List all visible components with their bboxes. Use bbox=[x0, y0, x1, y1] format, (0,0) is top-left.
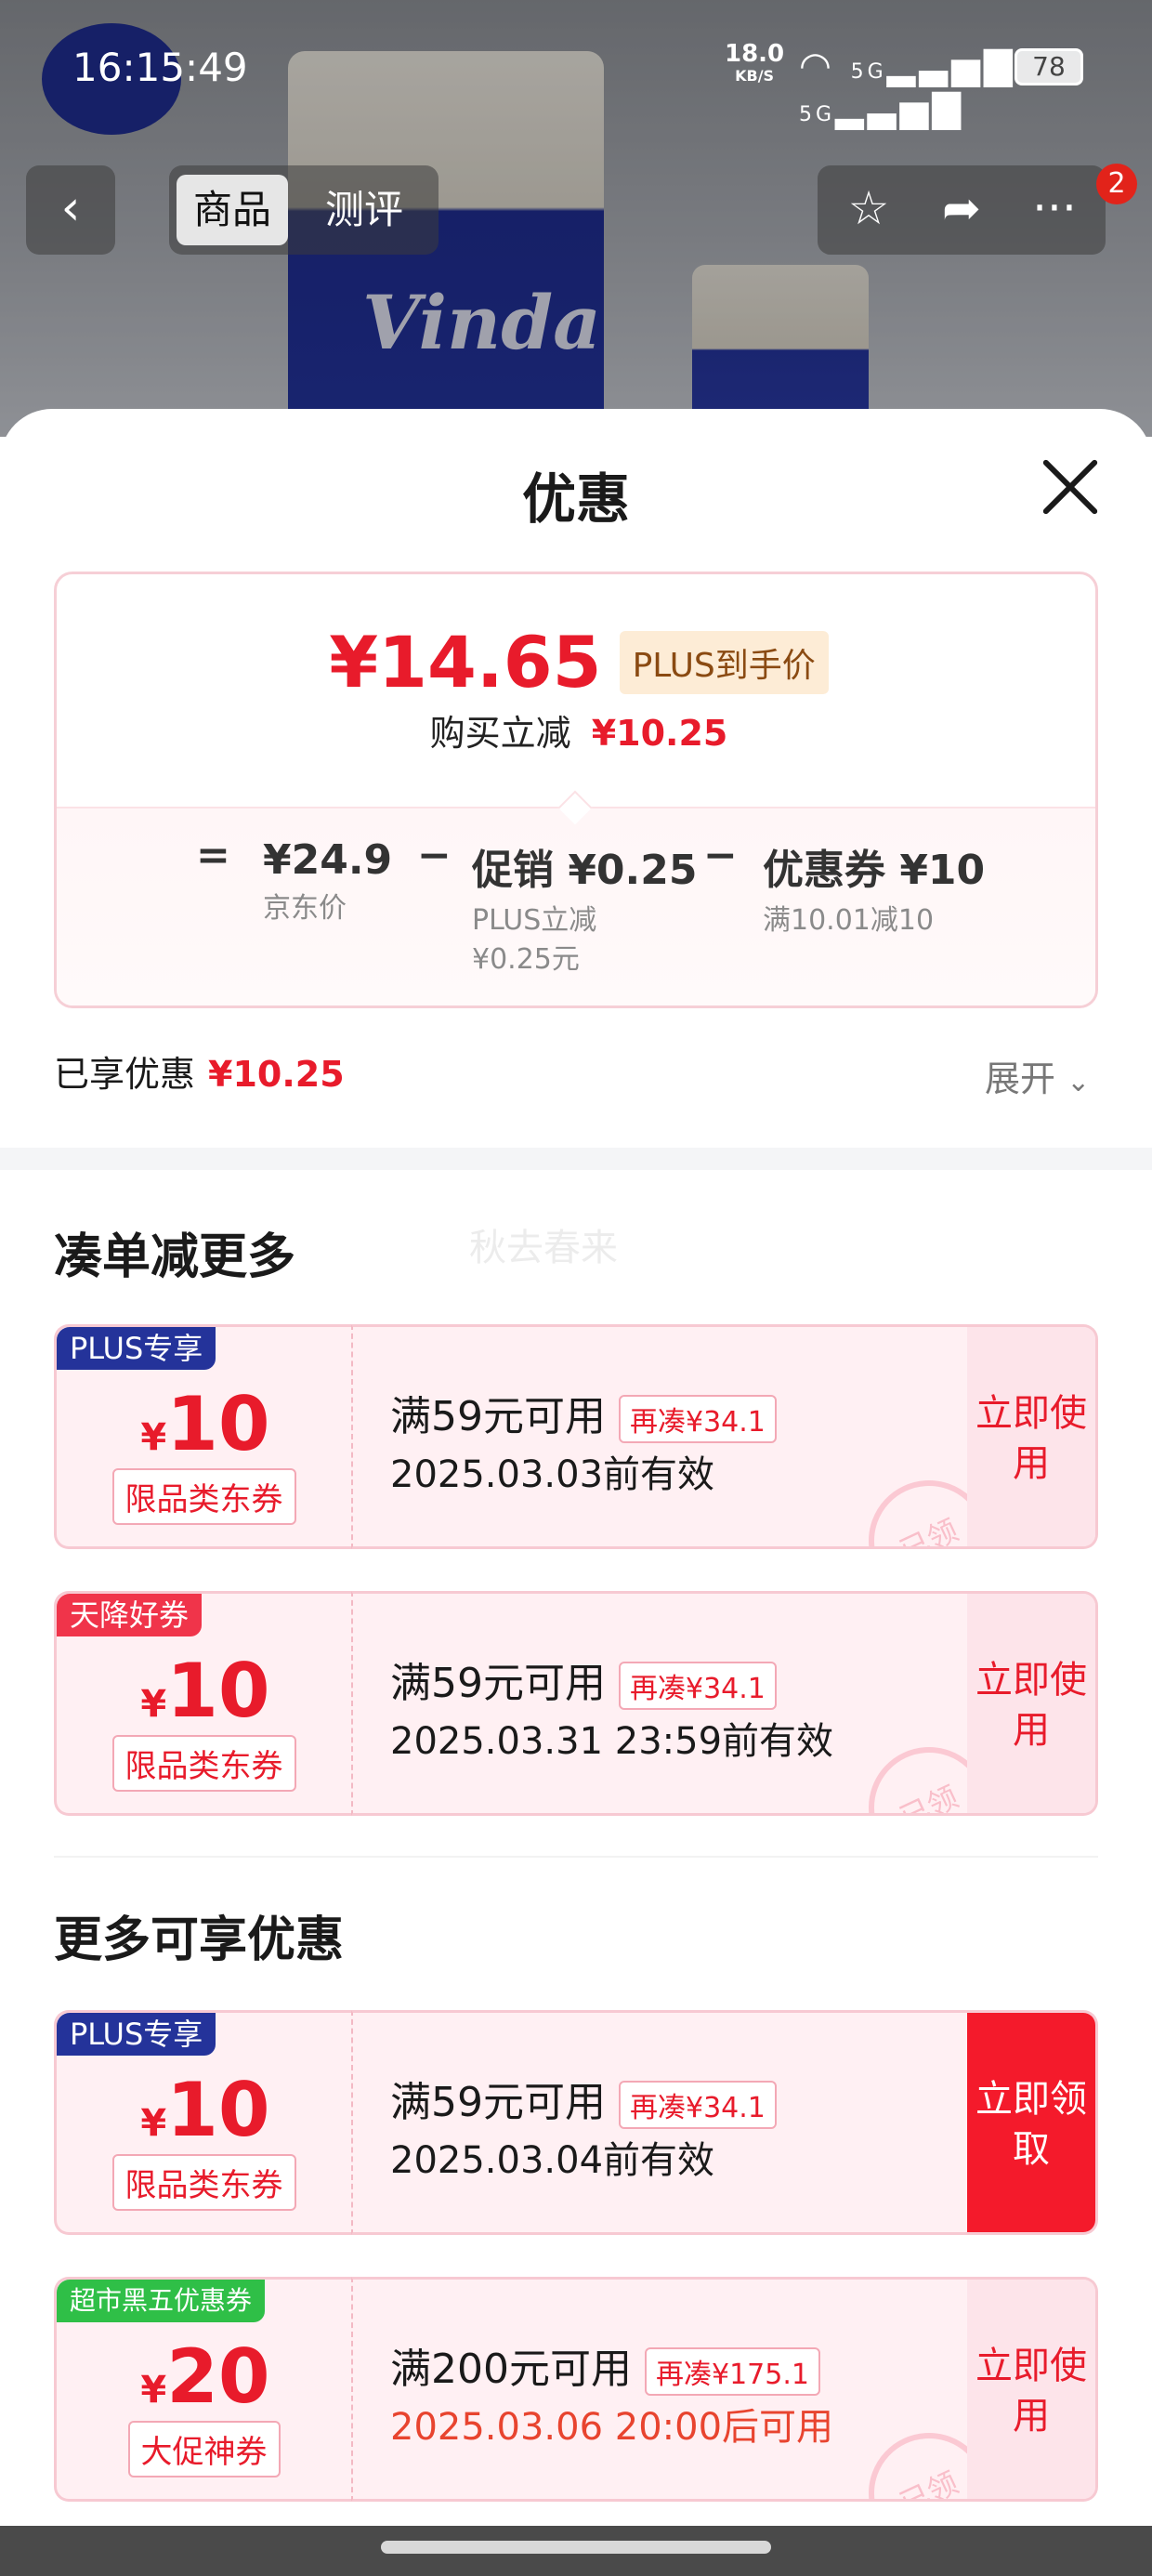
saving-value: ¥10.25 bbox=[591, 713, 728, 754]
status-bar: 16:15:49 18.0 KB/S ◠ 5G▂▃▅▇ 5G▂▃▅▇ 78 bbox=[0, 37, 1152, 130]
wifi-icon: ◠ bbox=[799, 45, 835, 87]
watermark-text: 秋去春来 bbox=[469, 1227, 618, 1269]
coupon-add-more[interactable]: 再凑¥34.1 bbox=[619, 1395, 777, 1443]
coupon-condition: 满59元可用 再凑¥34.1 bbox=[390, 1649, 777, 1710]
coupon-add-more[interactable]: 再凑¥34.1 bbox=[619, 2081, 777, 2129]
coupon-condition: 满59元可用 再凑¥34.1 bbox=[390, 1383, 777, 1443]
section-divider-thin bbox=[54, 1856, 1098, 1858]
breakdown-operator: = bbox=[196, 832, 230, 879]
coupon-amount: ¥20 bbox=[140, 2333, 270, 2420]
share-icon[interactable]: ➦ bbox=[915, 165, 1008, 255]
section-divider bbox=[0, 1148, 1152, 1170]
plus-price-tag: PLUS到手价 bbox=[619, 630, 829, 694]
saving-row: 购买立减 ¥10.25 bbox=[57, 704, 1095, 756]
coupon-add-more[interactable]: 再凑¥34.1 bbox=[619, 1662, 777, 1710]
star-icon[interactable]: ☆ bbox=[822, 165, 915, 255]
section-title-more-offers: 更多可享优惠 bbox=[54, 1912, 345, 1968]
coupon-condition: 满200元可用 再凑¥175.1 bbox=[390, 2335, 820, 2396]
expand-button[interactable]: 展开 ⌄ bbox=[985, 1050, 1090, 1101]
coupon-validity: 2025.03.06 20:00后可用 bbox=[390, 2406, 834, 2449]
final-price: ¥14.65 bbox=[329, 621, 602, 703]
claim-now-button[interactable]: 立即领取 bbox=[967, 2013, 1095, 2232]
coupon-add-more[interactable]: 再凑¥175.1 bbox=[644, 2347, 820, 2396]
tab-review[interactable]: 测评 bbox=[308, 175, 420, 245]
coupon-card: 天降好券 ¥10 限品类东券 满59元可用 再凑¥34.1 2025.03.31 … bbox=[54, 1591, 1098, 1816]
section-title-add-more: 凑单减更多 bbox=[54, 1229, 296, 1285]
coupon-value-panel: 超市黑五优惠券 ¥20 大促神券 bbox=[54, 2277, 351, 2502]
battery-indicator: 78 bbox=[1015, 48, 1083, 85]
breakdown-operator: − bbox=[417, 832, 452, 879]
home-indicator[interactable] bbox=[381, 2541, 771, 2554]
price-summary-card: ¥14.65 PLUS到手价 购买立减 ¥10.25 = ¥24.9 京东价 −… bbox=[54, 572, 1098, 1008]
notification-badge: 2 bbox=[1096, 164, 1137, 204]
coupon-validity: 2025.03.31 23:59前有效 bbox=[390, 1720, 834, 1763]
coupon-type: 大促神券 bbox=[127, 2421, 281, 2477]
net-speed: 18.0 KB/S bbox=[725, 40, 785, 85]
breakdown-item-coupon: 优惠券 ¥10 满10.01减10 bbox=[763, 847, 986, 937]
tab-product[interactable]: 商品 bbox=[177, 175, 289, 245]
sheet-title: 优惠 bbox=[521, 467, 630, 531]
breakdown-item-promo: 促销 ¥0.25 PLUS立减 ¥0.25元 bbox=[472, 847, 698, 976]
price-breakdown: = ¥24.9 京东价 − 促销 ¥0.25 PLUS立减 ¥0.25元 − 优… bbox=[57, 807, 1095, 1005]
coupon-tag: 天降好券 bbox=[57, 1594, 203, 1636]
coupon-condition: 满59元可用 再凑¥34.1 bbox=[390, 2069, 777, 2129]
use-now-button[interactable]: 立即使用 bbox=[967, 2280, 1095, 2499]
chevron-down-icon: ⌄ bbox=[1067, 1066, 1091, 1098]
status-time: 16:15:49 bbox=[72, 45, 248, 90]
top-tabs: 商品 测评 bbox=[169, 165, 439, 255]
coupon-amount: ¥10 bbox=[140, 1381, 270, 1467]
cell-signal-icon: 5G▂▃▅▇ bbox=[850, 45, 1016, 87]
coupon-value-panel: PLUS专享 ¥10 限品类东券 bbox=[54, 1324, 351, 1549]
coupon-card: PLUS专享 ¥10 限品类东券 满59元可用 再凑¥34.1 2025.03.0… bbox=[54, 2010, 1098, 2235]
top-actions: ☆ ➦ ··· bbox=[818, 165, 1106, 255]
coupon-detail-panel: 满200元可用 再凑¥175.1 2025.03.06 20:00后可用 已领 立… bbox=[351, 2277, 1098, 2502]
use-now-button[interactable]: 立即使用 bbox=[967, 1594, 1095, 1813]
coupon-validity: 2025.03.03前有效 bbox=[390, 1453, 715, 1496]
coupon-amount: ¥10 bbox=[140, 2067, 270, 2153]
coupon-detail-panel: 满59元可用 再凑¥34.1 2025.03.04前有效 立即领取 bbox=[351, 2010, 1098, 2235]
coupon-validity: 2025.03.04前有效 bbox=[390, 2139, 715, 2182]
coupon-value-panel: 天降好券 ¥10 限品类东券 bbox=[54, 1591, 351, 1816]
coupon-card: PLUS专享 ¥10 限品类东券 满59元可用 再凑¥34.1 2025.03.0… bbox=[54, 1324, 1098, 1549]
close-icon[interactable] bbox=[1039, 455, 1102, 519]
coupon-tag: 超市黑五优惠券 bbox=[57, 2280, 266, 2322]
breakdown-item-jd-price: ¥24.9 京东价 bbox=[263, 836, 393, 925]
signal-icons: ◠ 5G▂▃▅▇ 5G▂▃▅▇ bbox=[799, 45, 1152, 130]
chevron-left-icon: ‹ bbox=[60, 180, 81, 236]
back-button[interactable]: ‹ bbox=[26, 165, 115, 255]
coupon-tag: PLUS专享 bbox=[57, 1327, 216, 1370]
coupon-type: 限品类东券 bbox=[111, 2154, 296, 2211]
enjoyed-discount: 已享优惠 ¥10.25 bbox=[54, 1054, 345, 1095]
use-now-button[interactable]: 立即使用 bbox=[967, 1327, 1095, 1546]
coupon-amount: ¥10 bbox=[140, 1648, 270, 1734]
coupon-tag: PLUS专享 bbox=[57, 2013, 216, 2056]
coupon-detail-panel: 满59元可用 再凑¥34.1 2025.03.31 23:59前有效 已领 立即使… bbox=[351, 1591, 1098, 1816]
coupon-value-panel: PLUS专享 ¥10 限品类东券 bbox=[54, 2010, 351, 2235]
saving-label: 购买立减 bbox=[429, 713, 571, 754]
more-icon[interactable]: ··· bbox=[1008, 165, 1101, 255]
coupon-card: 超市黑五优惠券 ¥20 大促神券 满200元可用 再凑¥175.1 2025.03… bbox=[54, 2277, 1098, 2502]
coupon-detail-panel: 满59元可用 再凑¥34.1 2025.03.03前有效 已领 立即使用 bbox=[351, 1324, 1098, 1549]
final-price-row: ¥14.65 PLUS到手价 bbox=[57, 621, 1095, 703]
discount-sheet: 优惠 ¥14.65 PLUS到手价 购买立减 ¥10.25 = ¥24.9 京东… bbox=[0, 409, 1152, 2576]
coupon-type: 限品类东券 bbox=[111, 1468, 296, 1525]
coupon-type: 限品类东券 bbox=[111, 1735, 296, 1792]
breakdown-operator: − bbox=[703, 832, 738, 879]
cell-signal-icon-2: 5G▂▃▅▇ bbox=[799, 87, 965, 130]
